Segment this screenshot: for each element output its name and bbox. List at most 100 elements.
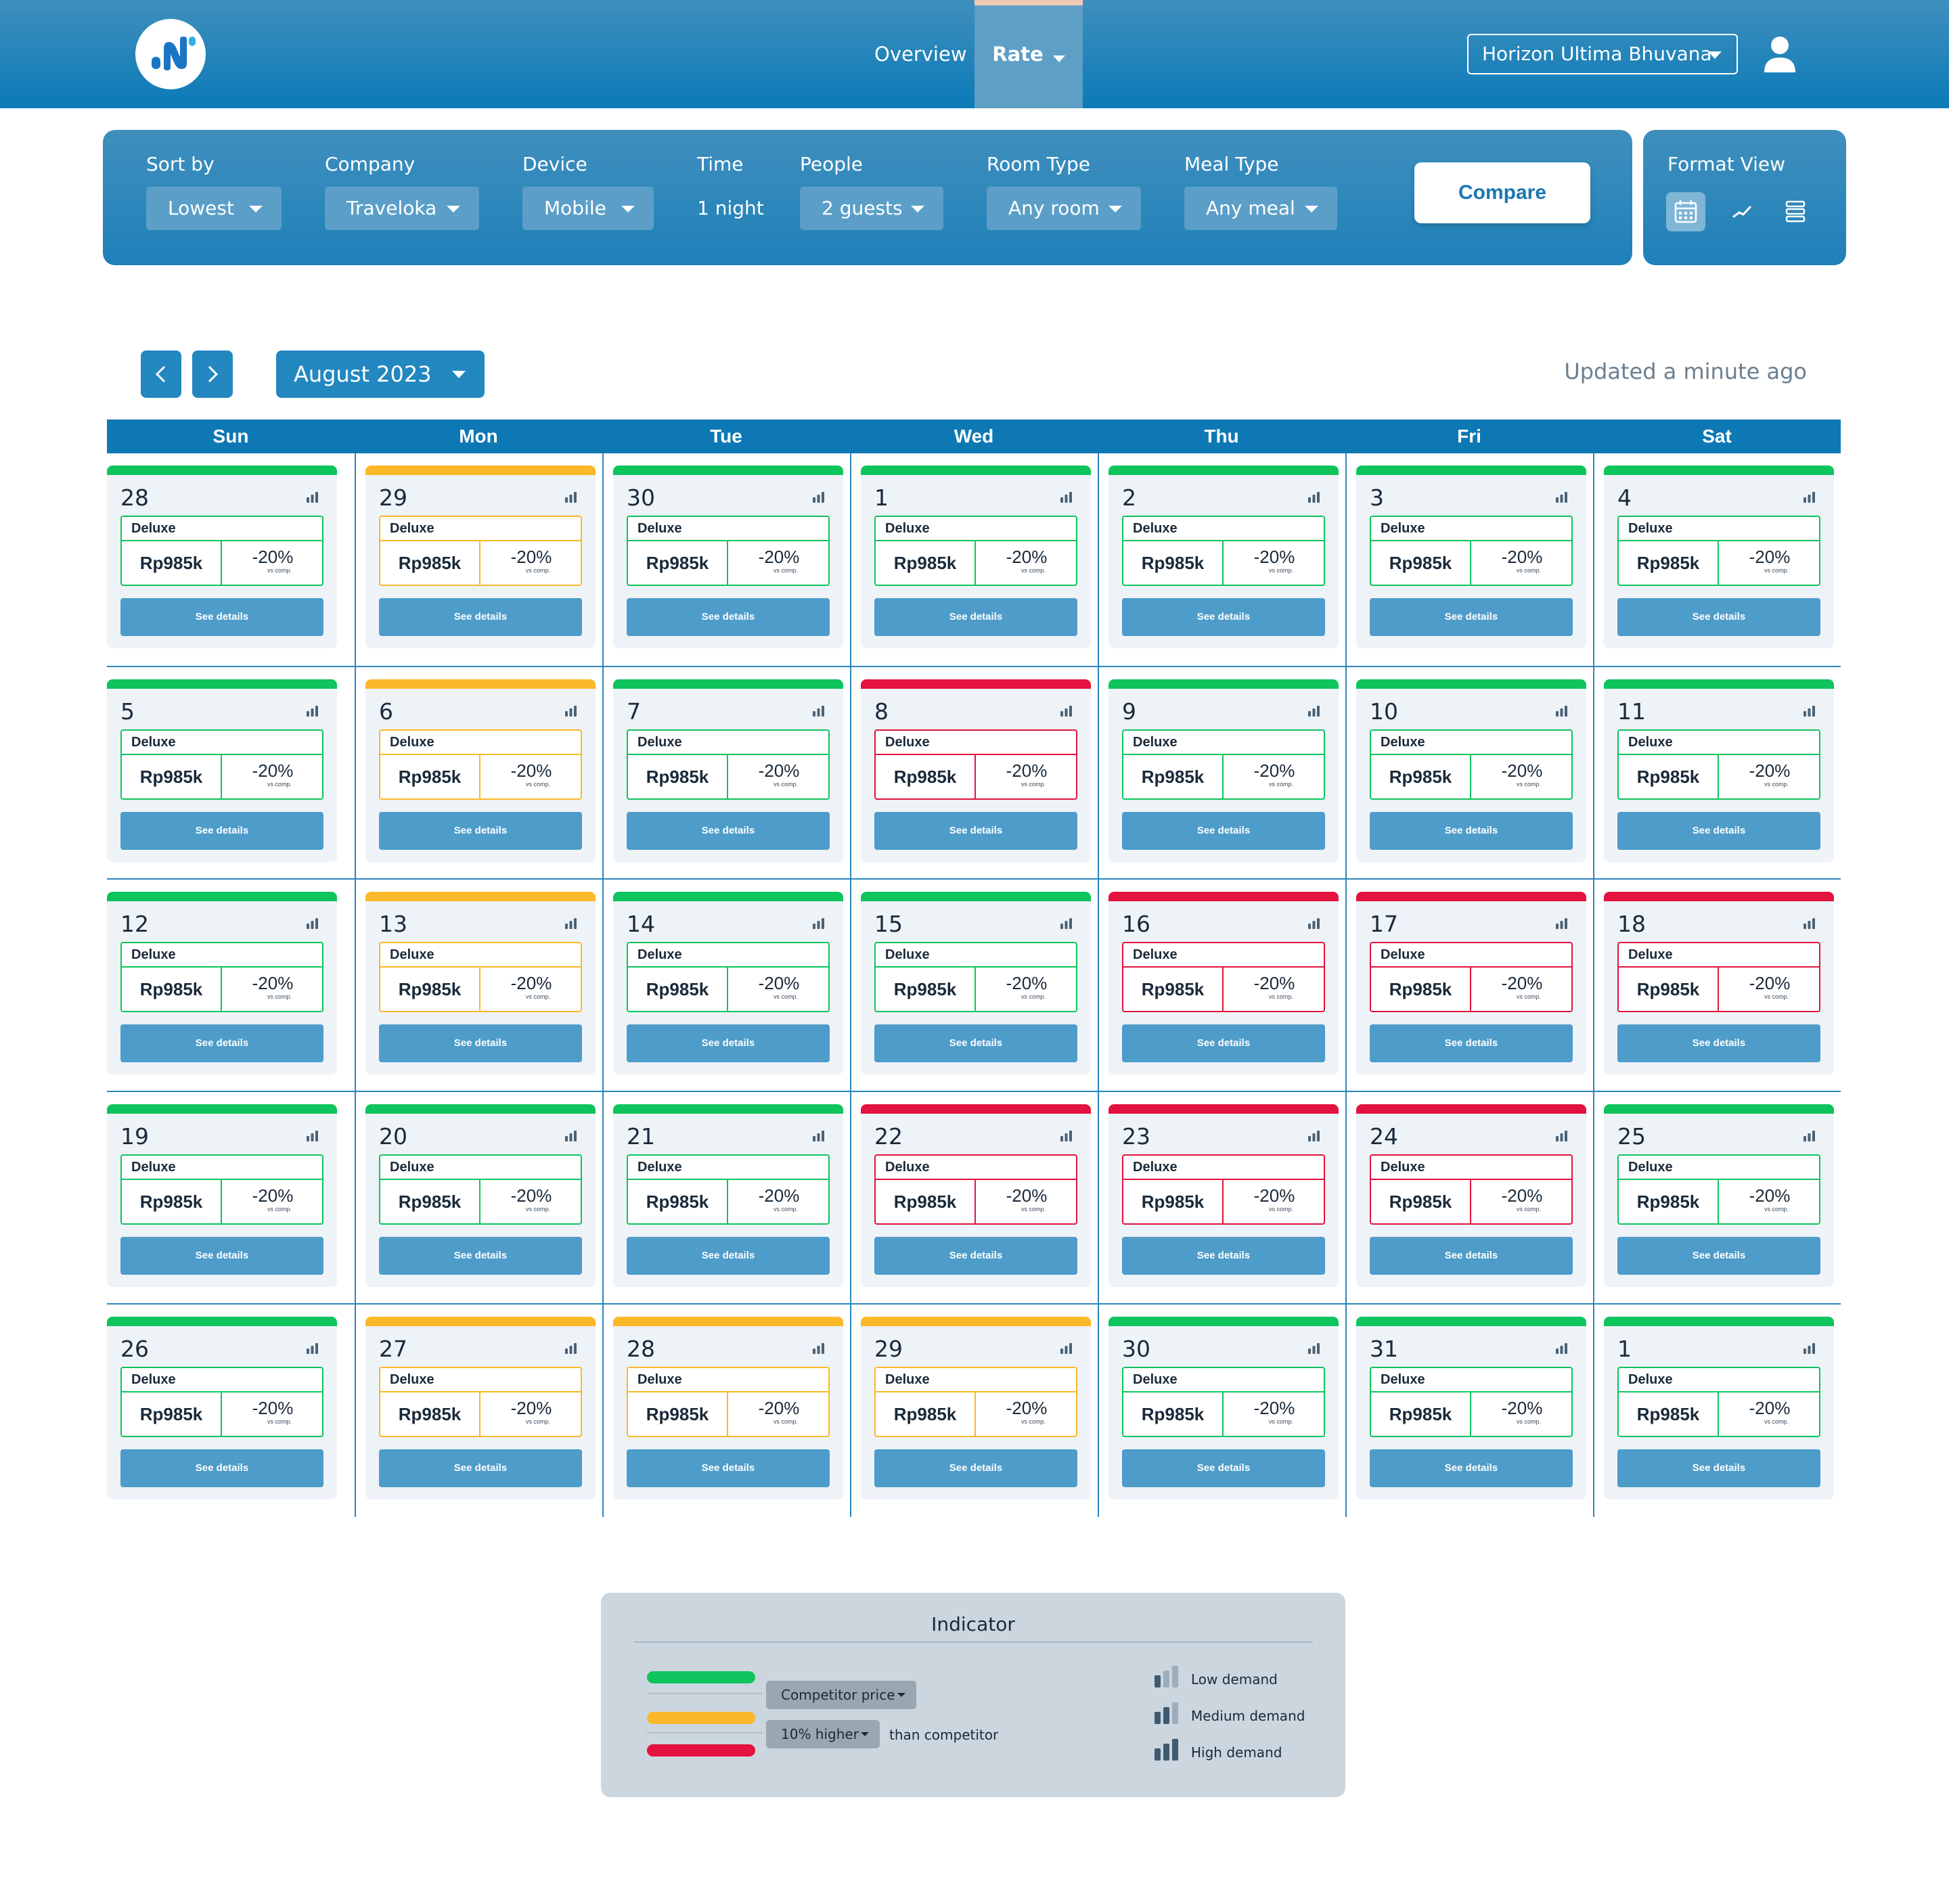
day-rate-card[interactable]: 18 Deluxe Rp985k -20% vs comp. See details bbox=[1604, 892, 1834, 1074]
day-rate-card[interactable]: 15 Deluxe Rp985k -20% vs comp. See details bbox=[861, 892, 1091, 1074]
see-details-button[interactable]: See details bbox=[1617, 812, 1820, 850]
day-rate-card[interactable]: 23 Deluxe Rp985k -20% vs comp. See details bbox=[1108, 1104, 1339, 1287]
month-select[interactable]: August 2023 bbox=[276, 350, 485, 398]
see-details-button[interactable]: See details bbox=[627, 1237, 830, 1275]
day-rate-card[interactable]: 11 Deluxe Rp985k -20% vs comp. See details bbox=[1604, 679, 1834, 862]
see-details-button[interactable]: See details bbox=[1122, 1024, 1325, 1062]
day-rate-card[interactable]: 13 Deluxe Rp985k -20% vs comp. See details bbox=[365, 892, 596, 1074]
day-rate-card[interactable]: 9 Deluxe Rp985k -20% vs comp. See details bbox=[1108, 679, 1339, 862]
day-rate-card[interactable]: 29 Deluxe Rp985k -20% vs comp. See details bbox=[365, 466, 596, 648]
see-details-button[interactable]: See details bbox=[874, 598, 1077, 636]
day-rate-card[interactable]: 2 Deluxe Rp985k -20% vs comp. See details bbox=[1108, 466, 1339, 648]
day-rate-card[interactable]: 28 Deluxe Rp985k -20% vs comp. See details bbox=[107, 466, 337, 648]
see-details-button[interactable]: See details bbox=[874, 1449, 1077, 1487]
day-number: 16 bbox=[1122, 911, 1150, 937]
day-rate-card[interactable]: 22 Deluxe Rp985k -20% vs comp. See details bbox=[861, 1104, 1091, 1287]
see-details-button[interactable]: See details bbox=[1370, 1449, 1573, 1487]
day-rate-card[interactable]: 21 Deluxe Rp985k -20% vs comp. See details bbox=[613, 1104, 843, 1287]
see-details-button[interactable]: See details bbox=[1617, 1449, 1820, 1487]
prev-month-button[interactable] bbox=[141, 350, 181, 398]
calendar-icon[interactable] bbox=[1666, 192, 1705, 231]
day-rate-card[interactable]: 30 Deluxe Rp985k -20% vs comp. See details bbox=[1108, 1317, 1339, 1499]
nav-rate[interactable]: Rate bbox=[974, 0, 1083, 108]
day-rate-card[interactable]: 5 Deluxe Rp985k -20% vs comp. See details bbox=[107, 679, 337, 862]
price-difference: -20% bbox=[1501, 1185, 1543, 1206]
day-rate-card[interactable]: 7 Deluxe Rp985k -20% vs comp. See details bbox=[613, 679, 843, 862]
see-details-button[interactable]: See details bbox=[379, 812, 582, 850]
see-details-button[interactable]: See details bbox=[120, 1449, 323, 1487]
day-rate-card[interactable]: 19 Deluxe Rp985k -20% vs comp. See details bbox=[107, 1104, 337, 1287]
meal-type-select[interactable]: Any meal bbox=[1184, 187, 1337, 230]
next-month-button[interactable] bbox=[192, 350, 233, 398]
day-rate-card[interactable]: 31 Deluxe Rp985k -20% vs comp. See details bbox=[1356, 1317, 1586, 1499]
see-details-button[interactable]: See details bbox=[874, 812, 1077, 850]
sort-by-select[interactable]: Lowest bbox=[146, 187, 282, 230]
time-label: Time bbox=[697, 153, 744, 175]
see-details-button[interactable]: See details bbox=[379, 1449, 582, 1487]
day-rate-card[interactable]: 25 Deluxe Rp985k -20% vs comp. See details bbox=[1604, 1104, 1834, 1287]
see-details-button[interactable]: See details bbox=[120, 598, 323, 636]
see-details-button[interactable]: See details bbox=[1122, 1449, 1325, 1487]
hotel-select[interactable]: Horizon Ultima Bhuvana bbox=[1467, 34, 1738, 74]
list-icon[interactable] bbox=[1776, 192, 1815, 231]
signal-bars-icon bbox=[1307, 1130, 1321, 1146]
day-rate-card[interactable]: 28 Deluxe Rp985k -20% vs comp. See details bbox=[613, 1317, 843, 1499]
day-rate-card[interactable]: 14 Deluxe Rp985k -20% vs comp. See details bbox=[613, 892, 843, 1074]
price-indicator-bar bbox=[1108, 1317, 1339, 1326]
day-rate-card[interactable]: 10 Deluxe Rp985k -20% vs comp. See details bbox=[1356, 679, 1586, 862]
calendar-day-cell: 8 Deluxe Rp985k -20% vs comp. See details bbox=[850, 667, 1098, 880]
see-details-button[interactable]: See details bbox=[1617, 1024, 1820, 1062]
see-details-button[interactable]: See details bbox=[627, 1024, 830, 1062]
see-details-button[interactable]: See details bbox=[120, 1024, 323, 1062]
day-rate-card[interactable]: 27 Deluxe Rp985k -20% vs comp. See details bbox=[365, 1317, 596, 1499]
see-details-button[interactable]: See details bbox=[379, 1024, 582, 1062]
room-type-label: Deluxe bbox=[876, 517, 1076, 541]
signal-bars-icon bbox=[1307, 1342, 1321, 1358]
day-rate-card[interactable]: 8 Deluxe Rp985k -20% vs comp. See details bbox=[861, 679, 1091, 862]
room-type-select[interactable]: Any room bbox=[987, 187, 1141, 230]
see-details-button[interactable]: See details bbox=[1122, 812, 1325, 850]
user-icon[interactable] bbox=[1762, 35, 1797, 73]
day-rate-card[interactable]: 30 Deluxe Rp985k -20% vs comp. See details bbox=[613, 466, 843, 648]
see-details-button[interactable]: See details bbox=[1370, 812, 1573, 850]
see-details-button[interactable]: See details bbox=[1370, 1237, 1573, 1275]
see-details-button[interactable]: See details bbox=[874, 1024, 1077, 1062]
see-details-button[interactable]: See details bbox=[874, 1237, 1077, 1275]
day-rate-card[interactable]: 16 Deluxe Rp985k -20% vs comp. See details bbox=[1108, 892, 1339, 1074]
percent-higher-select[interactable]: 10% higher bbox=[766, 1720, 880, 1748]
compare-button[interactable]: Compare bbox=[1414, 162, 1590, 223]
day-rate-card[interactable]: 1 Deluxe Rp985k -20% vs comp. See details bbox=[1604, 1317, 1834, 1499]
competitor-price-select[interactable]: Competitor price bbox=[766, 1681, 916, 1709]
company-select[interactable]: Traveloka bbox=[325, 187, 479, 230]
see-details-button[interactable]: See details bbox=[627, 598, 830, 636]
day-rate-card[interactable]: 3 Deluxe Rp985k -20% vs comp. See details bbox=[1356, 466, 1586, 648]
see-details-button[interactable]: See details bbox=[120, 1237, 323, 1275]
day-rate-card[interactable]: 20 Deluxe Rp985k -20% vs comp. See details bbox=[365, 1104, 596, 1287]
see-details-button[interactable]: See details bbox=[627, 812, 830, 850]
see-details-button[interactable]: See details bbox=[1370, 598, 1573, 636]
day-rate-card[interactable]: 12 Deluxe Rp985k -20% vs comp. See details bbox=[107, 892, 337, 1074]
signal-bars-icon bbox=[1803, 491, 1816, 507]
day-rate-card[interactable]: 4 Deluxe Rp985k -20% vs comp. See details bbox=[1604, 466, 1834, 648]
device-select[interactable]: Mobile bbox=[522, 187, 654, 230]
day-rate-card[interactable]: 29 Deluxe Rp985k -20% vs comp. See details bbox=[861, 1317, 1091, 1499]
see-details-button[interactable]: See details bbox=[1122, 1237, 1325, 1275]
see-details-button[interactable]: See details bbox=[1122, 598, 1325, 636]
day-rate-card[interactable]: 6 Deluxe Rp985k -20% vs comp. See details bbox=[365, 679, 596, 862]
see-details-button[interactable]: See details bbox=[1617, 1237, 1820, 1275]
see-details-button[interactable]: See details bbox=[1370, 1024, 1573, 1062]
nav-overview[interactable]: Overview bbox=[874, 0, 967, 108]
day-rate-card[interactable]: 24 Deluxe Rp985k -20% vs comp. See details bbox=[1356, 1104, 1586, 1287]
day-rate-card[interactable]: 17 Deluxe Rp985k -20% vs comp. See details bbox=[1356, 892, 1586, 1074]
see-details-button[interactable]: See details bbox=[120, 812, 323, 850]
day-rate-card[interactable]: 1 Deluxe Rp985k -20% vs comp. See details bbox=[861, 466, 1091, 648]
see-details-button[interactable]: See details bbox=[379, 598, 582, 636]
see-details-button[interactable]: See details bbox=[379, 1237, 582, 1275]
app-logo[interactable] bbox=[135, 19, 206, 89]
see-details-button[interactable]: See details bbox=[627, 1449, 830, 1487]
signal-bars-icon bbox=[812, 1342, 826, 1358]
see-details-button[interactable]: See details bbox=[1617, 598, 1820, 636]
line-chart-icon[interactable] bbox=[1723, 192, 1762, 231]
people-select[interactable]: 2 guests bbox=[800, 187, 943, 230]
day-rate-card[interactable]: 26 Deluxe Rp985k -20% vs comp. See details bbox=[107, 1317, 337, 1499]
